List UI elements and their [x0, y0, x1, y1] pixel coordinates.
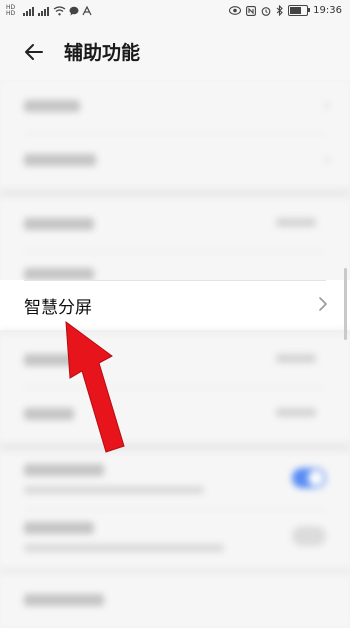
- blurred-value-placeholder: [276, 218, 316, 227]
- blurred-placeholder: [24, 268, 94, 280]
- toggle-switch-off[interactable]: [292, 526, 326, 546]
- back-arrow-icon[interactable]: [22, 40, 46, 64]
- blurred-placeholder: [24, 218, 94, 230]
- blurred-setting-row[interactable]: [0, 334, 350, 388]
- signal-icon: [38, 6, 50, 16]
- blurred-subtext: [24, 544, 224, 552]
- blurred-value-placeholder: [276, 354, 316, 363]
- status-time: 19:36: [313, 5, 342, 16]
- battery-icon: [288, 5, 311, 16]
- blurred-setting-row[interactable]: [0, 388, 350, 442]
- status-bar: HD HD 19:36: [0, 0, 350, 24]
- notification-icon: [82, 6, 92, 16]
- smart-split-screen-item[interactable]: 智慧分屏: [0, 280, 350, 330]
- row-divider: [24, 280, 326, 281]
- sim1-icon: HD HD: [6, 4, 16, 17]
- blurred-placeholder: [24, 594, 104, 606]
- blurred-toggle-row[interactable]: [0, 510, 350, 568]
- chevron-right-icon: [319, 297, 327, 311]
- signal-icon: [23, 6, 35, 16]
- blurred-settings-below: [0, 330, 350, 628]
- blurred-placeholder: [24, 100, 80, 112]
- blurred-settings-above: › ›: [0, 80, 350, 298]
- blurred-setting-row[interactable]: [0, 198, 350, 252]
- blurred-setting-row[interactable]: ›: [0, 134, 350, 188]
- blurred-subtext: [24, 486, 204, 494]
- blurred-setting-row[interactable]: [0, 574, 350, 628]
- toggle-switch-on[interactable]: [292, 468, 326, 488]
- blurred-placeholder: [24, 522, 94, 534]
- blurred-placeholder: [24, 464, 104, 476]
- eye-comfort-icon: [229, 6, 242, 15]
- message-icon: [69, 6, 79, 16]
- blurred-placeholder: [24, 408, 74, 420]
- status-left-icons: HD HD: [6, 5, 92, 17]
- app-header: 辅助功能: [0, 24, 350, 80]
- wifi-icon: [53, 6, 66, 16]
- blurred-placeholder: [24, 154, 96, 166]
- status-right-icons: 19:36: [229, 5, 342, 16]
- scrollbar[interactable]: [344, 268, 347, 340]
- bluetooth-icon: [276, 5, 283, 16]
- blurred-setting-row[interactable]: ›: [0, 80, 350, 134]
- blurred-value-placeholder: [276, 408, 316, 417]
- blurred-toggle-row[interactable]: [0, 452, 350, 510]
- battery-level: [290, 7, 302, 14]
- alarm-icon: [261, 6, 271, 16]
- smart-split-screen-label: 智慧分屏: [24, 298, 92, 318]
- blurred-placeholder: [24, 354, 74, 366]
- chevron-right-icon: ›: [324, 98, 330, 114]
- page-title: 辅助功能: [64, 42, 141, 64]
- nfc-icon: [246, 5, 257, 16]
- chevron-right-icon: ›: [324, 152, 330, 168]
